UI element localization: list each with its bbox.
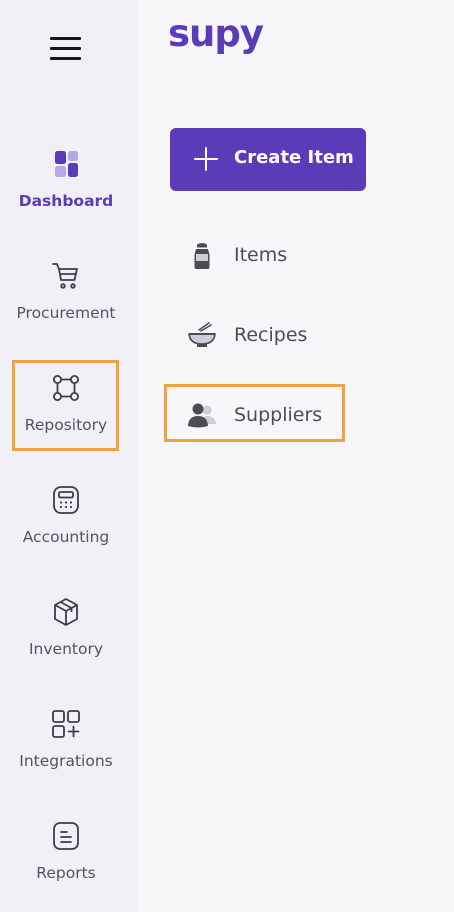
menu-item-label: Items [234, 244, 288, 266]
nav-item-label: Accounting [22, 528, 110, 546]
supy-logo: supy [168, 12, 265, 55]
hamburger-menu-icon[interactable] [48, 34, 84, 62]
calculator-icon [53, 486, 79, 514]
nav-item-repository[interactable]: Repository [0, 372, 132, 460]
nav-item-inventory[interactable]: Inventory [0, 596, 132, 684]
users-icon [188, 403, 216, 428]
nav-item-label: Repository [24, 416, 108, 434]
nav-item-label: Inventory [28, 640, 104, 658]
integrations-icon [52, 710, 80, 738]
menu-item-label: Recipes [234, 324, 308, 346]
nav-item-label: Procurement [16, 304, 116, 322]
report-icon [53, 822, 79, 850]
nav-item-label: Dashboard [18, 192, 114, 210]
nav-item-accounting[interactable]: Accounting [0, 484, 132, 572]
salt-shaker-icon [194, 243, 210, 269]
nav-item-procurement[interactable]: Procurement [0, 260, 132, 348]
nav-item-label: Integrations [19, 752, 113, 770]
create-item-button[interactable]: Create Item [170, 128, 366, 191]
nav-item-integrations[interactable]: Integrations [0, 708, 132, 796]
cart-icon [52, 263, 78, 289]
menu-item-recipes[interactable]: Recipes [174, 311, 344, 361]
app-root: Dashboard Procurement Repository Account… [0, 0, 454, 912]
create-item-label: Create Item [234, 147, 354, 168]
menu-item-items[interactable]: Items [174, 231, 344, 281]
menu-item-label: Suppliers [234, 404, 323, 426]
plus-icon [194, 147, 218, 171]
box-icon [54, 598, 78, 626]
bowl-icon [188, 322, 216, 347]
nav-item-dashboard[interactable]: Dashboard [0, 148, 132, 236]
nav-item-reports[interactable]: Reports [0, 820, 132, 908]
repository-icon [53, 375, 79, 401]
nav-item-label: Reports [36, 864, 96, 882]
menu-item-suppliers[interactable]: Suppliers [174, 391, 344, 441]
left-nav-rail: Dashboard Procurement Repository Account… [0, 0, 138, 912]
brand-logo-text: supy [168, 12, 264, 55]
dashboard-icon [55, 151, 78, 177]
